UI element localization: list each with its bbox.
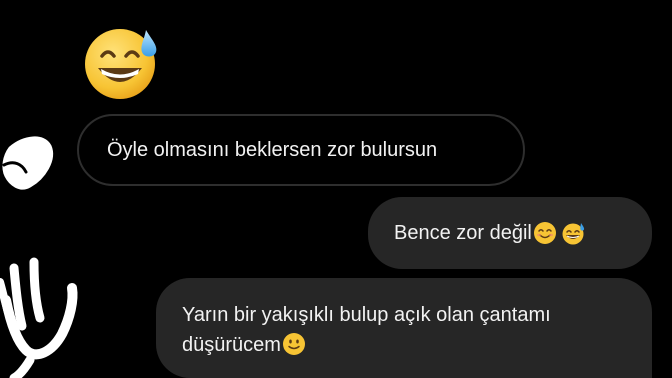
sent-message-bubble-2[interactable]: Yarın bir yakışıklı bulup açık olan çant… bbox=[156, 278, 652, 378]
slightly-smiling-face-icon bbox=[282, 333, 305, 355]
sent-message-1-text: Bence zor değil bbox=[394, 221, 532, 244]
sent-message-bubble-1[interactable]: Bence zor değil bbox=[368, 197, 652, 269]
sent-message-2-line-2: düşürücem bbox=[182, 334, 281, 356]
sent-message-2-line-1: Yarın bir yakışıklı bulup açık olan çant… bbox=[182, 304, 551, 326]
grinning-face-with-sweat-small-icon bbox=[562, 223, 584, 245]
received-message-text: Öyle olmasını beklersen zor bulursun bbox=[107, 138, 438, 161]
smiling-face-with-smiling-eyes-icon bbox=[533, 222, 556, 244]
received-message-bubble[interactable]: Öyle olmasını beklersen zor bulursun bbox=[77, 114, 525, 186]
grinning-face-with-sweat-icon bbox=[85, 29, 157, 99]
sent-message-2-line-2-wrap: düşürücem bbox=[182, 330, 626, 360]
